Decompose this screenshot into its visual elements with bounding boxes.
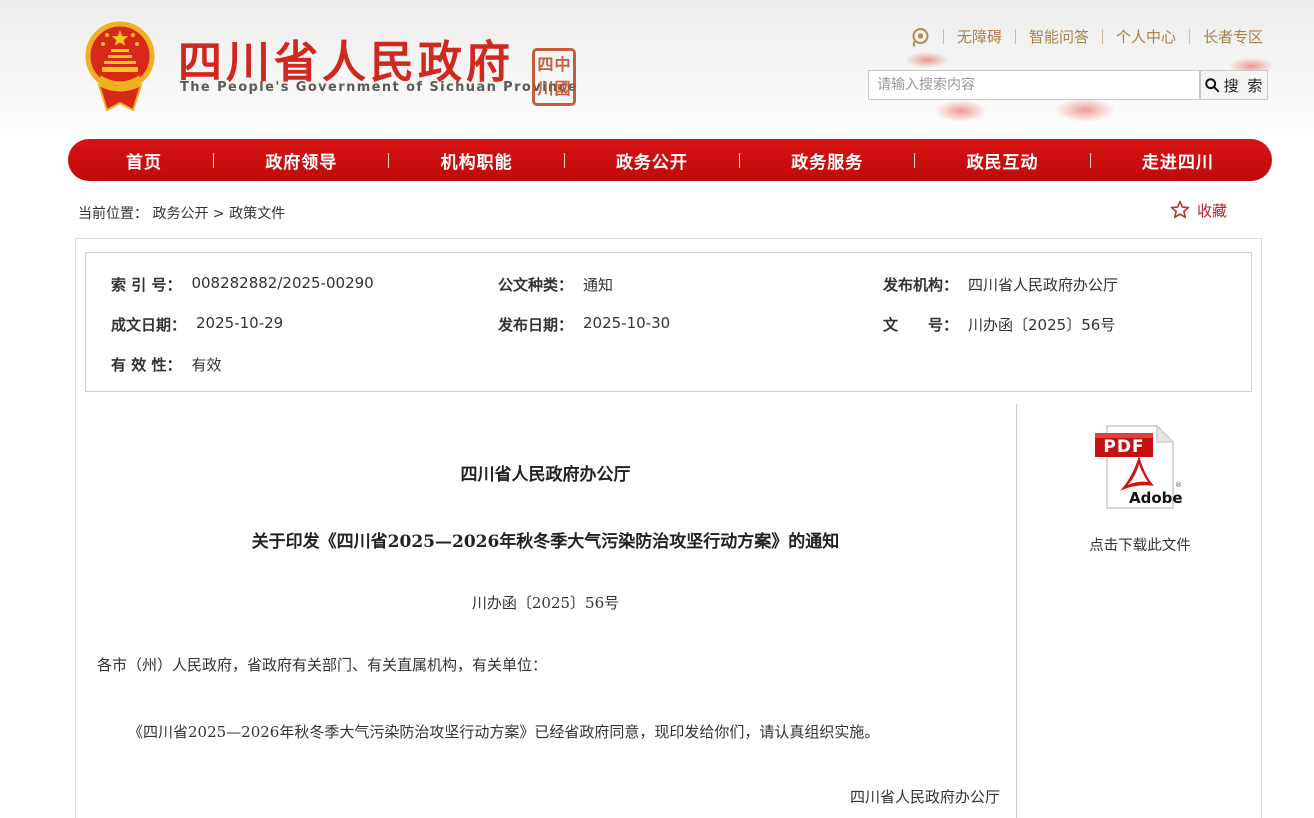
nav-separator [213,153,214,168]
link-separator [943,29,944,44]
meta-value: 川办函〔2025〕56号 [968,314,1115,335]
link-personal-center[interactable]: 个人中心 [1116,26,1176,47]
meta-publish-date: 发布日期： 2025-10-30 [498,314,670,335]
meta-value: 四川省人民政府办公厅 [968,274,1118,295]
pdf-download-button[interactable]: PDF Adobe ® [1093,423,1185,511]
red-decoration [935,100,987,122]
seal-char: 川 [537,81,553,97]
search-button[interactable]: 搜 索 [1200,70,1268,100]
nav-item-gov-openness[interactable]: 政务公开 [616,148,688,173]
link-smart-qa[interactable]: 智能问答 [1029,26,1089,47]
document-issuing-org: 四川省人民政府办公厅 [75,460,1016,485]
nav-item-gov-services[interactable]: 政务服务 [791,148,863,173]
breadcrumb: 当前位置： 政务公开 > 政策文件 [78,203,285,223]
nav-item-gov-leaders[interactable]: 政府领导 [265,148,337,173]
favorite-label: 收藏 [1197,200,1227,221]
favorite-button[interactable]: 收藏 [1169,199,1227,221]
nav-separator [739,153,740,168]
meta-label: 文 号： [883,314,958,335]
breadcrumb-prefix: 当前位置： [78,206,148,222]
meta-value: 008282882/2025-00290 [191,274,373,295]
link-accessibility[interactable]: 无障碍 [957,26,1002,47]
nav-separator [914,153,915,168]
svg-text:PDF: PDF [1103,437,1144,457]
link-separator [1189,29,1190,44]
breadcrumb-link-policy-documents[interactable]: 政策文件 [229,206,285,222]
seal-char: 國 [554,81,570,97]
document-salutation: 各市（州）人民政府，省政府有关部门、有关直属机构，有关单位： [97,654,547,675]
meta-label: 成文日期： [111,314,186,335]
document-paragraph: 《四川省2025—2026年秋冬季大气污染防治攻坚行动方案》已经省政府同意，现印… [128,721,879,742]
document-number: 川办函〔2025〕56号 [75,592,1016,613]
search-button-label: 搜 索 [1224,75,1265,96]
breadcrumb-separator: > [213,206,229,222]
seal-char: 四 [537,57,553,73]
site-header: 四川省人民政府 The People's Government of Sichu… [0,0,1314,139]
document-signature: 四川省人民政府办公厅 [560,786,1000,807]
star-icon [1169,199,1191,221]
meta-validity: 有 效 性： 有效 [111,354,221,375]
nav-item-public-interaction[interactable]: 政民互动 [967,148,1039,173]
pdf-download-caption[interactable]: 点击下载此文件 [1040,534,1240,555]
nav-item-about-sichuan[interactable]: 走进四川 [1142,148,1214,173]
meta-label: 公文种类： [498,274,573,295]
meta-label: 索 引 号： [111,274,181,295]
link-separator [1015,29,1016,44]
accessibility-icon[interactable] [910,27,930,47]
search-input[interactable] [868,70,1200,100]
meta-value: 有效 [191,354,221,375]
page: 四川省人民政府 The People's Government of Sichu… [0,0,1314,818]
meta-index-number: 索 引 号： 008282882/2025-00290 [111,274,374,295]
utility-links: 无障碍 智能问答 个人中心 长者专区 [910,26,1263,47]
meta-label: 发布机构： [883,274,958,295]
nav-item-home[interactable]: 首页 [126,148,162,173]
meta-issuing-agency: 发布机构： 四川省人民政府办公厅 [883,274,1118,295]
adobe-label-glyph: Adobe [1129,489,1183,507]
search-icon [1204,77,1220,93]
content-divider [1016,404,1017,818]
national-emblem-icon [82,14,158,114]
sichuan-china-seal-stamp: 四 中 川 國 [532,48,576,106]
link-senior-zone[interactable]: 长者专区 [1203,26,1263,47]
nav-separator [388,153,389,168]
meta-doc-type: 公文种类： 通知 [498,274,613,295]
svg-text:®: ® [1175,481,1182,489]
document-title: 关于印发《四川省2025—2026年秋冬季大气污染防治攻坚行动方案》的通知 [75,527,1016,552]
main-nav: 首页 政府领导 机构职能 政务公开 政务服务 政民互动 走进四川 [68,139,1272,181]
meta-value: 通知 [583,274,613,295]
red-decoration [1055,98,1115,122]
link-separator [1102,29,1103,44]
meta-doc-number: 文 号： 川办函〔2025〕56号 [883,314,1115,335]
meta-written-date: 成文日期： 2025-10-29 [111,314,283,335]
pdf-file-icon: PDF Adobe ® [1093,423,1185,511]
nav-item-org-functions[interactable]: 机构职能 [441,148,513,173]
meta-value: 2025-10-29 [196,314,283,335]
seal-char: 中 [554,57,570,73]
meta-label: 发布日期： [498,314,573,335]
meta-label: 有 效 性： [111,354,181,375]
nav-separator [1090,153,1091,168]
document-metadata-box: 索 引 号： 008282882/2025-00290 公文种类： 通知 发布机… [85,252,1252,392]
red-decoration [905,52,949,68]
meta-value: 2025-10-30 [583,314,670,335]
nav-separator [564,153,565,168]
breadcrumb-link-gov-openness[interactable]: 政务公开 [152,206,208,222]
site-subtitle: The People's Government of Sichuan Provi… [180,80,578,95]
